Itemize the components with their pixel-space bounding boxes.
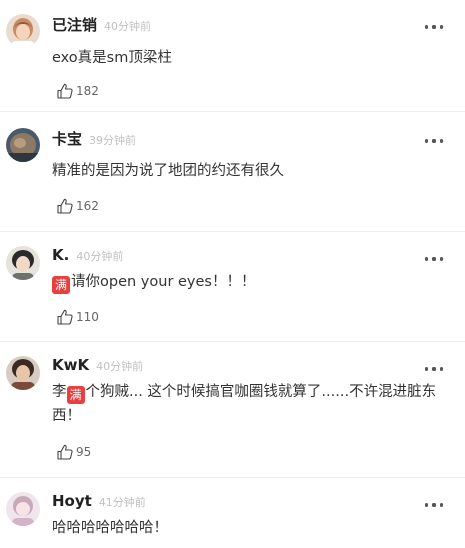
comment-text-content: 哈哈哈哈哈哈哈！ (52, 520, 168, 536)
more-icon[interactable] (425, 500, 443, 510)
username[interactable]: KwK (52, 356, 89, 374)
comment-text: 李满个狗贼... 这个时候搞官咖圈钱就算了......不许混进脏东西！ (52, 380, 447, 428)
like-count: 110 (76, 310, 99, 324)
username[interactable]: 卡宝 (52, 128, 82, 149)
more-icon[interactable] (425, 22, 443, 32)
like-count: 182 (76, 84, 99, 98)
timestamp: 40分钟前 (96, 360, 144, 373)
thumbs-up-icon (56, 82, 74, 100)
comment-header: Hoyt 41分钟前 (52, 492, 146, 516)
comment-item: 已注销 40分钟前 exo真是sm顶梁柱 182 (0, 0, 465, 112)
thumbs-up-icon (56, 308, 74, 326)
comment-header: 已注销 40分钟前 (52, 14, 151, 38)
timestamp: 40分钟前 (76, 250, 124, 263)
comment-header: K. 40分钟前 (52, 246, 123, 270)
avatar-icon (6, 246, 40, 280)
comment-text: 哈哈哈哈哈哈哈！ (52, 516, 447, 540)
comment-item: 卡宝 39分钟前 精准的是因为说了地团的约还有很久 162 (0, 112, 465, 232)
avatar[interactable] (6, 14, 40, 48)
comment-text-content: 精准的是因为说了地团的约还有很久 (52, 163, 284, 179)
comment-text-content: exo真是sm顶梁柱 (52, 50, 172, 66)
username[interactable]: Hoyt (52, 492, 92, 510)
timestamp: 41分钟前 (98, 496, 146, 509)
comment-text-content: 请你open your eyes！！！ (71, 274, 256, 290)
comment-text: 精准的是因为说了地团的约还有很久 (52, 159, 447, 183)
like-button[interactable]: 110 (56, 307, 99, 327)
more-icon[interactable] (425, 254, 443, 264)
avatar[interactable] (6, 246, 40, 280)
comment-list: 已注销 40分钟前 exo真是sm顶梁柱 182 卡宝 39分钟前 精准的是因为… (0, 0, 465, 548)
like-button[interactable]: 95 (56, 442, 91, 462)
like-count: 95 (76, 445, 92, 459)
like-button[interactable]: 182 (56, 81, 99, 101)
username[interactable]: 已注销 (52, 14, 97, 35)
like-count: 162 (76, 199, 99, 213)
avatar[interactable] (6, 128, 40, 162)
emoji-badge: 满 (66, 386, 85, 404)
comment-text-prefix: 李 (52, 384, 67, 400)
comment-item: K. 40分钟前 满请你open your eyes！！！ 110 (0, 232, 465, 342)
username[interactable]: K. (52, 246, 69, 264)
thumbs-up-icon (56, 197, 74, 215)
avatar-icon (6, 356, 40, 390)
comment-text: 满请你open your eyes！！！ (52, 270, 447, 294)
avatar-icon (6, 14, 40, 48)
like-button[interactable]: 162 (56, 196, 99, 216)
comment-text: exo真是sm顶梁柱 (52, 46, 447, 70)
timestamp: 40分钟前 (104, 20, 152, 33)
more-icon[interactable] (425, 364, 443, 374)
avatar-icon (6, 128, 40, 162)
more-icon[interactable] (425, 136, 443, 146)
avatar[interactable] (6, 492, 40, 526)
emoji-badge: 满 (52, 276, 70, 294)
avatar[interactable] (6, 356, 40, 390)
comment-header: KwK 40分钟前 (52, 356, 143, 380)
avatar-icon (6, 492, 40, 526)
thumbs-up-icon (56, 443, 74, 461)
comment-header: 卡宝 39分钟前 (52, 128, 136, 152)
comment-text-content: 个狗贼... 这个时候搞官咖圈钱就算了......不许混进脏东西！ (52, 384, 437, 424)
comment-item: Hoyt 41分钟前 哈哈哈哈哈哈哈！ (0, 478, 465, 548)
timestamp: 39分钟前 (89, 134, 137, 147)
comment-item: KwK 40分钟前 李满个狗贼... 这个时候搞官咖圈钱就算了......不许混… (0, 342, 465, 478)
